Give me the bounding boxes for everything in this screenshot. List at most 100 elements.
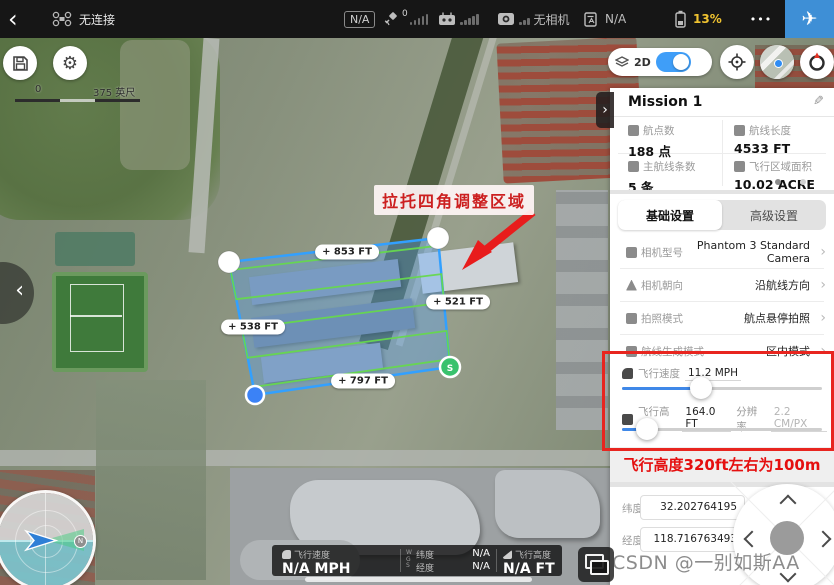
settings-tabs: 基础设置 高级设置 [618, 200, 826, 230]
corner-handle-topleft[interactable] [218, 251, 240, 273]
scale-bar [15, 99, 140, 102]
pagination-dot-active[interactable] [775, 179, 781, 185]
mission-status: N/A [605, 12, 626, 26]
camera-status-group: 无相机 [497, 0, 570, 38]
rc-signal-bars [460, 14, 479, 25]
remote-controller-icon [438, 12, 456, 26]
more-icon: ••• [750, 13, 772, 26]
scale-zero-label: 0 [35, 84, 41, 95]
battery-icon [673, 10, 688, 28]
tab-advanced-settings[interactable]: 高级设置 [722, 200, 826, 230]
panel-collapse-tab[interactable]: › [596, 92, 614, 128]
battery-percent: 13% [693, 12, 722, 26]
slider-section: 飞行速度 11.2 MPH 飞行高度 164.0 FT 分辨率 2.2 CM/P… [610, 354, 834, 447]
compass-reset-button[interactable] [800, 45, 834, 79]
pagination-dot[interactable] [800, 179, 806, 185]
speed-label: 飞行速度 [638, 366, 680, 381]
takeoff-button[interactable]: ✈ [785, 0, 834, 38]
telemetry-lat-value: N/A [472, 548, 490, 559]
telemetry-lng-label: 经度 [416, 561, 434, 574]
capture-mode-icon [626, 313, 637, 324]
altitude-icon [503, 550, 512, 559]
altitude-note: 飞行高度320ft左右为100m [610, 447, 834, 482]
minimap-location-dot [774, 59, 783, 68]
save-icon [12, 55, 29, 72]
stat-area: 飞行区域面积 10.02 ACRE [734, 159, 815, 192]
speed-slider-track[interactable] [622, 387, 822, 390]
lat-input[interactable]: 32.202764195 [640, 495, 745, 520]
mission-header: Mission 1 ✎ [610, 88, 834, 117]
layers-icon [615, 56, 629, 69]
nudge-right-button[interactable] [815, 531, 832, 548]
compass-icon [807, 52, 827, 72]
telemetry-speed-value: N/A MPH [282, 561, 350, 577]
waypoint-icon [628, 125, 639, 136]
speed-icon [622, 368, 633, 379]
chevron-right-icon: › [820, 244, 826, 260]
north-badge: N [74, 535, 87, 548]
aircraft-heading-arrow [26, 531, 56, 550]
mission-title: Mission 1 [628, 94, 702, 110]
watermark: CSDN @一别如斯AA [612, 548, 800, 575]
speed-slider-thumb[interactable] [690, 377, 712, 399]
start-marker-label: S [447, 364, 453, 374]
flight-mode-badge: N/A [344, 0, 375, 38]
corner-handle-bottomleft[interactable] [246, 386, 264, 404]
setting-value: 沿航线方向 [755, 277, 810, 293]
attitude-compass-widget: N [0, 490, 96, 585]
map-layers-button[interactable] [578, 547, 614, 582]
nudge-up-button[interactable] [780, 495, 797, 512]
camera-icon [497, 12, 515, 26]
scale-distance-label: 375 英尺 [93, 84, 135, 99]
tab-basic-settings[interactable]: 基础设置 [618, 200, 722, 230]
more-menu-button[interactable]: ••• [740, 0, 782, 38]
plane-icon: ✈ [802, 8, 818, 31]
status-bar: ‹ 无连接 N/A 0 [0, 0, 834, 38]
battery-status-group: 13% [673, 0, 722, 38]
telemetry-lat-label: 纬度 [416, 548, 434, 561]
toggle-knob [673, 54, 689, 70]
altitude-slider-thumb[interactable] [636, 418, 658, 440]
mission-stats: 航点数 188 点 航线长度 4533 FT 主航线条数 5 条 飞行区域面积 … [610, 116, 834, 190]
satellite-count: 0 [402, 9, 408, 19]
edge-length-label: + 538 FT [221, 320, 285, 335]
back-button[interactable]: ‹ [8, 0, 18, 38]
gps-status: 0 [383, 0, 428, 38]
setting-row-camera-model[interactable]: 相机型号 Phantom 3 Standard Camera › [610, 236, 834, 268]
map-mode-label: 2D [634, 56, 651, 69]
save-mission-button[interactable] [3, 46, 37, 80]
layers-front-icon [590, 560, 609, 575]
edge-length-label: + 797 FT [331, 374, 395, 389]
divider [400, 549, 401, 572]
2d-toggle-switch[interactable] [656, 52, 691, 72]
mission-settings-button[interactable]: ⚙ [53, 46, 87, 80]
edge-length-label: + 521 FT [426, 295, 490, 310]
corner-handle-topright[interactable] [427, 227, 449, 249]
setting-row-camera-heading[interactable]: 相机朝向 沿航线方向 › [610, 269, 834, 301]
connection-status: 无连接 [79, 11, 115, 28]
red-arrow [462, 212, 533, 270]
heading-arrow-icon [626, 280, 637, 291]
chevron-right-icon: › [820, 277, 826, 293]
map-mode-toggle-pill[interactable]: 2D [608, 48, 712, 76]
setting-value: 航点悬停拍照 [744, 310, 810, 326]
camera-signal-bars [519, 14, 530, 25]
nudge-left-button[interactable] [744, 531, 761, 548]
stat-waypoints: 航点数 188 点 [628, 123, 675, 160]
route-length-icon [734, 125, 745, 136]
camera-status: 无相机 [534, 11, 570, 28]
setting-row-capture-mode[interactable]: 拍照模式 航点悬停拍照 › [610, 302, 834, 334]
speed-icon [282, 550, 291, 559]
edit-mission-button[interactable]: ✎ [813, 94, 824, 109]
section-gap [610, 190, 834, 194]
rc-status [438, 0, 479, 38]
area-icon [734, 161, 745, 172]
satellite-icon [383, 11, 400, 27]
mission-panel: Mission 1 ✎ 航点数 188 点 航线长度 4533 FT 主航线条数… [610, 88, 834, 585]
minimap-thumbnail-button[interactable] [760, 45, 794, 79]
locate-button[interactable] [720, 45, 754, 79]
crosshair-target-icon [728, 53, 746, 71]
telemetry-alt-value: N/A FT [503, 561, 555, 577]
wgs-label: WGS [406, 550, 413, 570]
gear-icon: ⚙ [62, 53, 78, 74]
